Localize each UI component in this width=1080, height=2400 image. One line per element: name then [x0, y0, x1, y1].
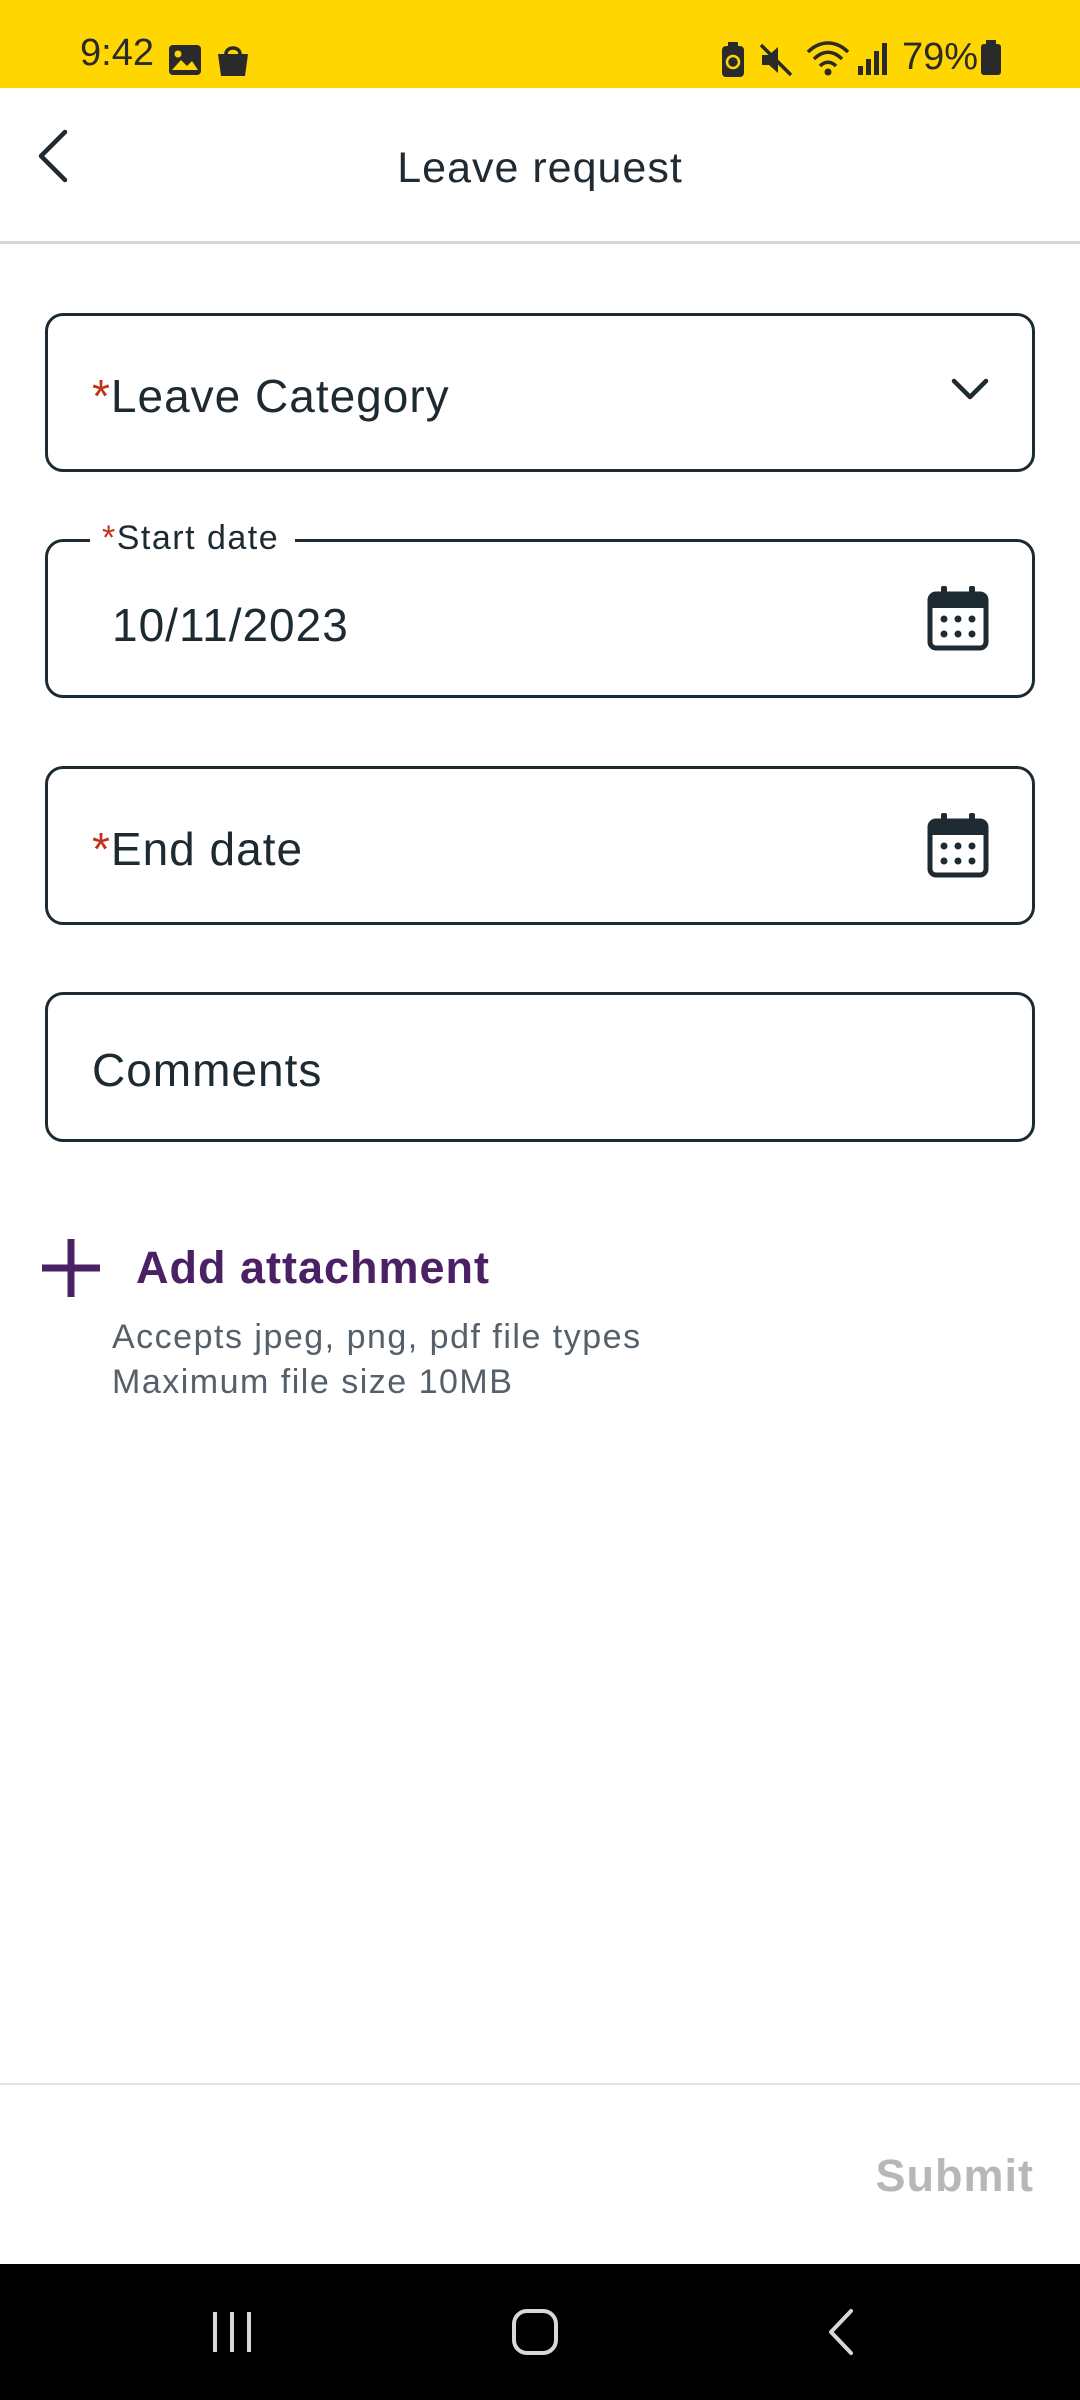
battery-saver-icon [722, 42, 744, 77]
start-date-label-text: Start date [116, 519, 280, 557]
leave-category-text: Leave Category [110, 370, 450, 422]
recent-apps-icon [213, 2312, 251, 2352]
chevron-down-icon [951, 378, 989, 400]
system-nav-bar [0, 2264, 1080, 2400]
battery-percentage: 79% [902, 36, 979, 78]
mute-icon [759, 43, 793, 77]
app-bar: Leave request [0, 88, 1080, 244]
status-bar: 9:42 79% [0, 0, 1080, 88]
start-date-label: *Start date [90, 516, 296, 561]
start-date-value: 10/11/2023 [112, 599, 349, 651]
end-date-label-text: End date [110, 823, 304, 875]
system-back-button[interactable] [760, 2264, 920, 2400]
signal-icon [858, 43, 887, 75]
end-date-field[interactable]: *End date [45, 766, 1035, 925]
page-title: Leave request [397, 144, 683, 192]
plus-icon [42, 1239, 100, 1297]
calendar-icon[interactable] [926, 811, 990, 879]
wifi-icon [806, 41, 850, 76]
home-icon [512, 2309, 558, 2355]
recent-apps-button[interactable] [152, 2264, 312, 2400]
required-mark: * [102, 519, 117, 557]
end-date-label: *End date [92, 822, 303, 876]
comments-label: Comments [92, 1044, 323, 1096]
battery-icon [981, 40, 1001, 75]
footer-divider [0, 2083, 1080, 2085]
back-arrow-icon [829, 2309, 853, 2355]
submit-button[interactable]: Submit [876, 2150, 1035, 2202]
required-mark: * [92, 370, 111, 422]
start-date-field[interactable]: *Start date 10/11/2023 [45, 516, 1035, 698]
attachment-types-hint: Accepts jpeg, png, pdf file types [112, 1318, 642, 1356]
required-mark: * [92, 823, 111, 875]
attachment-size-hint: Maximum file size 10MB [112, 1363, 514, 1401]
shopping-bag-icon [218, 46, 248, 76]
home-button[interactable] [455, 2264, 615, 2400]
add-attachment-label: Add attachment [136, 1242, 491, 1293]
comments-field[interactable]: Comments [45, 992, 1035, 1142]
leave-category-dropdown[interactable]: *Leave Category [45, 313, 1035, 472]
status-time: 9:42 [80, 32, 154, 74]
add-attachment-button[interactable]: Add attachment [40, 1228, 490, 1308]
calendar-icon[interactable] [926, 584, 990, 652]
leave-category-label: *Leave Category [92, 369, 450, 423]
image-icon [169, 45, 201, 75]
